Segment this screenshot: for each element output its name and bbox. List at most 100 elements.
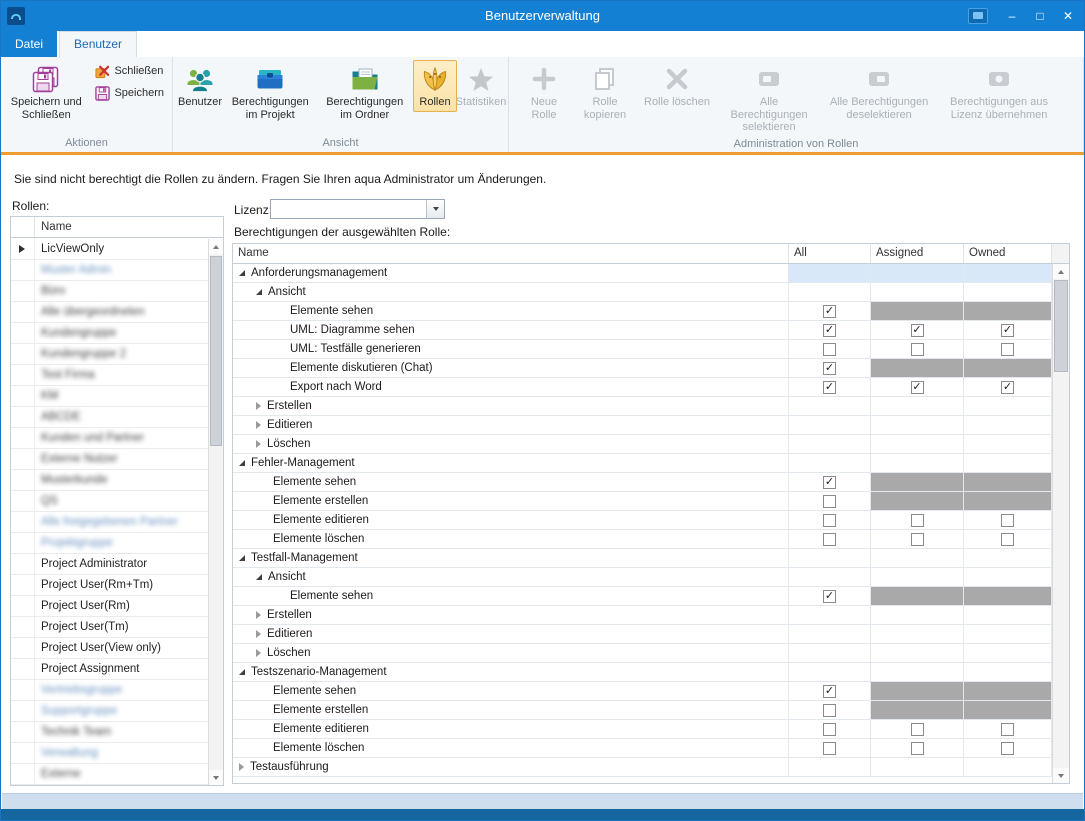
ribbon-button-berechtigungen-im-ordner[interactable]: Berechtigungen im Ordner	[319, 60, 412, 124]
role-list-item[interactable]: ABCDE	[11, 407, 208, 428]
role-list-item[interactable]: QS	[11, 491, 208, 512]
permission-row[interactable]: Elemente editieren	[233, 720, 1052, 739]
permission-row[interactable]: UML: Testfälle generieren	[233, 340, 1052, 359]
permission-row[interactable]: Elemente sehen✓	[233, 302, 1052, 321]
permission-row[interactable]: Anforderungsmanagement	[233, 264, 1052, 283]
role-list-item[interactable]: Büro	[11, 281, 208, 302]
role-list-item[interactable]: Muster Admin	[11, 260, 208, 281]
expand-arrow-icon[interactable]	[239, 763, 244, 771]
role-list-item[interactable]: Kundengruppe 2	[11, 344, 208, 365]
permission-row[interactable]: Elemente erstellen	[233, 701, 1052, 720]
permission-row[interactable]: Fehler-Management	[233, 454, 1052, 473]
expand-arrow-icon[interactable]	[256, 611, 261, 619]
role-list-item[interactable]: Supportgruppe	[11, 701, 208, 722]
permission-row[interactable]: UML: Diagramme sehen✓✓✓	[233, 321, 1052, 340]
permission-row[interactable]: Editieren	[233, 625, 1052, 644]
collapse-arrow-icon[interactable]	[239, 460, 245, 466]
permission-row[interactable]: Elemente sehen✓	[233, 682, 1052, 701]
checkbox-unchecked[interactable]	[911, 723, 924, 736]
checkbox-unchecked[interactable]	[911, 742, 924, 755]
permission-row[interactable]: Elemente editieren	[233, 511, 1052, 530]
role-list-item[interactable]: Externe Nutzer	[11, 449, 208, 470]
role-list-item[interactable]: Alle übergeordneten	[11, 302, 208, 323]
dropdown-arrow-icon[interactable]	[426, 200, 444, 218]
checkbox-checked[interactable]: ✓	[911, 324, 924, 337]
minimize-button[interactable]: –	[998, 1, 1026, 31]
column-header-all[interactable]: All	[789, 244, 871, 263]
permission-row[interactable]: Erstellen	[233, 606, 1052, 625]
checkbox-unchecked[interactable]	[823, 514, 836, 527]
scroll-thumb[interactable]	[1054, 280, 1068, 372]
checkbox-checked[interactable]: ✓	[1001, 324, 1014, 337]
role-list-item[interactable]: Test Firma	[11, 365, 208, 386]
permission-row[interactable]: Testausführung	[233, 758, 1052, 777]
checkbox-checked[interactable]: ✓	[823, 381, 836, 394]
ribbon-button-rollen[interactable]: Rollen	[413, 60, 457, 112]
checkbox-checked[interactable]: ✓	[823, 685, 836, 698]
role-list-item[interactable]: Verwaltung	[11, 743, 208, 764]
role-list-item[interactable]: Kunden und Partner	[11, 428, 208, 449]
checkbox-unchecked[interactable]	[911, 343, 924, 356]
permission-row[interactable]: Ansicht	[233, 283, 1052, 302]
checkbox-checked[interactable]: ✓	[823, 305, 836, 318]
close-button[interactable]: ✕	[1054, 1, 1082, 31]
checkbox-unchecked[interactable]	[823, 704, 836, 717]
checkbox-checked[interactable]: ✓	[823, 590, 836, 603]
expand-arrow-icon[interactable]	[256, 440, 261, 448]
role-list-item[interactable]: Project User(View only)	[11, 638, 208, 659]
scroll-thumb[interactable]	[210, 256, 222, 446]
collapse-arrow-icon[interactable]	[239, 669, 245, 675]
role-list-item[interactable]: Musterkunde	[11, 470, 208, 491]
scroll-down-icon[interactable]	[1053, 768, 1069, 783]
checkbox-unchecked[interactable]	[1001, 514, 1014, 527]
checkbox-unchecked[interactable]	[823, 343, 836, 356]
roles-name-column-header[interactable]: Name	[35, 217, 223, 237]
save-button[interactable]: Speichern	[91, 82, 168, 104]
expand-arrow-icon[interactable]	[256, 630, 261, 638]
role-list-item[interactable]: Externe	[11, 764, 208, 785]
permission-row[interactable]: Löschen	[233, 644, 1052, 663]
permission-row[interactable]: Testszenario-Management	[233, 663, 1052, 682]
column-header-assigned[interactable]: Assigned	[871, 244, 964, 263]
roles-scrollbar[interactable]	[208, 239, 223, 785]
scroll-down-icon[interactable]	[209, 770, 223, 785]
permission-row[interactable]: Ansicht	[233, 568, 1052, 587]
checkbox-unchecked[interactable]	[911, 533, 924, 546]
permission-row[interactable]: Elemente löschen	[233, 530, 1052, 549]
checkbox-unchecked[interactable]	[1001, 742, 1014, 755]
checkbox-unchecked[interactable]	[823, 495, 836, 508]
save-and-close-button[interactable]: Speichern und Schließen	[6, 60, 86, 124]
checkbox-unchecked[interactable]	[823, 533, 836, 546]
scroll-up-icon[interactable]	[1053, 264, 1069, 279]
role-list-item[interactable]: LicViewOnly	[11, 239, 208, 260]
permission-row[interactable]: Elemente sehen✓	[233, 587, 1052, 606]
ribbon-button-benutzer[interactable]: Benutzer	[178, 60, 222, 112]
checkbox-checked[interactable]: ✓	[823, 476, 836, 489]
role-list-item[interactable]: Project Administrator	[11, 554, 208, 575]
role-list-item[interactable]: Technik Team	[11, 722, 208, 743]
role-list-item[interactable]: Kundengruppe	[11, 323, 208, 344]
license-dropdown[interactable]	[270, 199, 445, 219]
scroll-up-icon[interactable]	[209, 239, 223, 254]
tab-benutzer[interactable]: Benutzer	[59, 31, 137, 57]
checkbox-unchecked[interactable]	[1001, 533, 1014, 546]
permission-row[interactable]: Erstellen	[233, 397, 1052, 416]
role-list-item[interactable]: Projektgruppe	[11, 533, 208, 554]
permission-row[interactable]: Elemente diskutieren (Chat)✓	[233, 359, 1052, 378]
permission-row[interactable]: Löschen	[233, 435, 1052, 454]
permission-row[interactable]: Elemente erstellen	[233, 492, 1052, 511]
ribbon-button-berechtigungen-im-projekt[interactable]: Berechtigungen im Projekt	[224, 60, 317, 124]
checkbox-unchecked[interactable]	[823, 742, 836, 755]
role-list-item[interactable]: KM	[11, 386, 208, 407]
role-list-item[interactable]: Project User(Rm+Tm)	[11, 575, 208, 596]
permission-row[interactable]: Elemente löschen	[233, 739, 1052, 758]
checkbox-checked[interactable]: ✓	[823, 362, 836, 375]
column-header-name[interactable]: Name	[233, 244, 789, 263]
permission-row[interactable]: Testfall-Management	[233, 549, 1052, 568]
titlebar-style-button[interactable]	[968, 8, 988, 24]
collapse-arrow-icon[interactable]	[239, 555, 245, 561]
tab-datei[interactable]: Datei	[1, 31, 57, 57]
checkbox-unchecked[interactable]	[1001, 723, 1014, 736]
expand-arrow-icon[interactable]	[256, 649, 261, 657]
collapse-arrow-icon[interactable]	[256, 289, 262, 295]
